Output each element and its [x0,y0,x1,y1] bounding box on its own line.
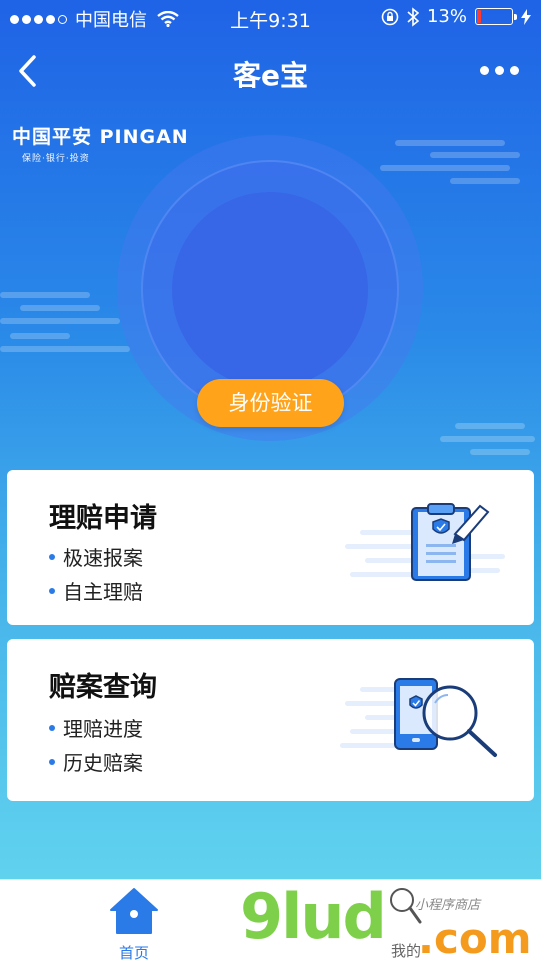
card-title: 赔案查询 [49,672,157,703]
rotation-lock-icon [381,8,399,25]
magnifier-icon [390,888,422,924]
bullet-icon [49,553,55,560]
bluetooth-icon [407,6,419,27]
charging-icon [521,8,531,25]
bullet-icon [49,724,55,731]
clipboard-edit-icon [345,503,505,581]
page-title: 客e宝 [233,59,308,92]
tab-home-label: 首页 [118,944,149,960]
claim-application-card[interactable]: 理赔申请 极速报案 自主理赔 [7,470,534,625]
watermark-tagline: 小程序商店 [415,898,481,913]
list-item[interactable]: 理赔进度 [49,713,143,742]
battery-icon [475,8,517,25]
logo-tagline: 保险·银行·投资 [22,154,90,164]
card-title: 理赔申请 [49,503,157,534]
bullet-icon [49,587,55,594]
more-options-button[interactable] [480,66,519,75]
tab-home[interactable]: 首页 [94,886,174,960]
list-item[interactable]: 极速报案 [49,542,143,571]
list-item-label: 理赔进度 [63,717,143,741]
phone-search-icon [340,678,497,757]
identity-verify-button[interactable]: 身份验证 [197,379,344,427]
avatar-placeholder [172,192,368,388]
logo-text: 中国平安 PINGAN [12,126,189,148]
list-item[interactable]: 自主理赔 [49,576,143,605]
status-bar: 中国电信 上午9:31 13% [0,0,541,36]
battery-percent: 13% [426,6,467,27]
nav-bar: 客e宝 [0,40,541,102]
watermark-main: 9lud [240,880,387,953]
watermark-com: .com [418,914,532,960]
watermark: 9lud 小程序商店 .com [240,880,531,960]
home-icon [110,888,158,934]
brand-logo: 中国平安 PINGAN 保险·银行·投资 [12,122,189,164]
list-item-label: 历史赔案 [63,751,143,775]
list-item-label: 自主理赔 [63,580,143,604]
list-item-label: 极速报案 [63,546,143,570]
claim-query-card[interactable]: 赔案查询 理赔进度 历史赔案 [7,639,534,801]
bullet-icon [49,758,55,765]
list-item[interactable]: 历史赔案 [49,747,143,776]
